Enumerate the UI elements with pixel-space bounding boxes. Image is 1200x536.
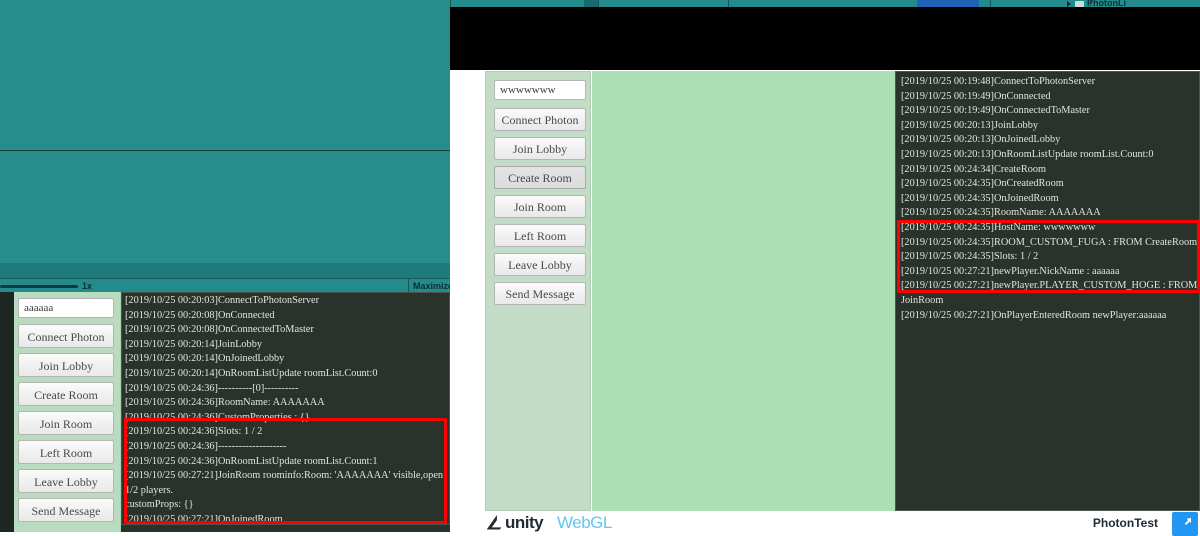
left-game-view-letterbox bbox=[0, 292, 14, 532]
editor-toolbar-peek: PhotonLi bbox=[450, 0, 1200, 7]
left-button-column: Connect Photon Join Lobby Create Room Jo… bbox=[14, 292, 121, 532]
browser-window: PhotonLi Connect Photon Join Lobby Creat… bbox=[450, 0, 1200, 536]
right-create-room-button[interactable]: Create Room bbox=[494, 166, 586, 189]
left-join-room-button[interactable]: Join Room bbox=[18, 411, 114, 435]
unity-editor-window: 1x Maximize Connect Photon Join Lobby Cr… bbox=[0, 0, 450, 532]
right-left-room-button[interactable]: Left Room bbox=[494, 224, 586, 247]
zoom-slider[interactable] bbox=[0, 285, 78, 288]
right-main-area bbox=[592, 71, 895, 511]
footer-app-title: PhotonTest bbox=[1092, 516, 1158, 530]
left-nickname-input[interactable] bbox=[18, 298, 114, 318]
toolbar-separator bbox=[408, 279, 409, 293]
peek-selected-asset bbox=[917, 0, 979, 7]
right-join-room-button[interactable]: Join Room bbox=[494, 195, 586, 218]
right-log-text: [2019/10/25 00:19:48]ConnectToPhotonServ… bbox=[901, 76, 1198, 321]
right-send-message-button[interactable]: Send Message bbox=[494, 282, 586, 305]
maximize-on-play-toggle[interactable]: Maximize bbox=[413, 280, 450, 292]
fullscreen-button[interactable] bbox=[1172, 512, 1198, 536]
unity-wordmark: unity bbox=[505, 513, 544, 532]
game-view-toolbar: 1x Maximize bbox=[0, 278, 450, 293]
left-create-room-button[interactable]: Create Room bbox=[18, 382, 114, 406]
webgl-canvas[interactable]: Connect Photon Join Lobby Create Room Jo… bbox=[485, 71, 1200, 511]
editor-scene-view-lower[interactable] bbox=[0, 151, 450, 263]
hierarchy-item-label[interactable]: PhotonLi bbox=[1087, 0, 1126, 7]
unity-logo-icon bbox=[486, 515, 502, 530]
left-join-lobby-button[interactable]: Join Lobby bbox=[18, 353, 114, 377]
webgl-wordmark: WebGL bbox=[557, 513, 612, 532]
left-log-text: [2019/10/25 00:20:03]ConnectToPhotonServ… bbox=[125, 295, 444, 525]
fullscreen-arrow-icon bbox=[1184, 518, 1191, 525]
right-log-panel[interactable]: [2019/10/25 00:19:48]ConnectToPhotonServ… bbox=[895, 71, 1200, 511]
right-leave-lobby-button[interactable]: Leave Lobby bbox=[494, 253, 586, 276]
browser-chrome-black-band bbox=[450, 7, 1200, 70]
left-left-room-button[interactable]: Left Room bbox=[18, 440, 114, 464]
left-connect-photon-button[interactable]: Connect Photon bbox=[18, 324, 114, 348]
left-send-message-button[interactable]: Send Message bbox=[18, 498, 114, 522]
zoom-level-label: 1x bbox=[82, 281, 93, 291]
left-log-panel[interactable]: [2019/10/25 00:20:03]ConnectToPhotonServ… bbox=[121, 292, 450, 525]
right-join-lobby-button[interactable]: Join Lobby bbox=[494, 137, 586, 160]
webgl-footer: unity WebGL PhotonTest bbox=[485, 512, 1200, 536]
right-nickname-input[interactable] bbox=[494, 80, 586, 100]
editor-status-strip bbox=[0, 263, 450, 278]
left-leave-lobby-button[interactable]: Leave Lobby bbox=[18, 469, 114, 493]
editor-scene-view-upper[interactable] bbox=[0, 0, 450, 150]
left-game-view: Connect Photon Join Lobby Create Room Jo… bbox=[0, 292, 450, 532]
right-connect-photon-button[interactable]: Connect Photon bbox=[494, 108, 586, 131]
peek-toolbar-block bbox=[584, 0, 598, 7]
right-button-column: Connect Photon Join Lobby Create Room Jo… bbox=[485, 71, 591, 511]
